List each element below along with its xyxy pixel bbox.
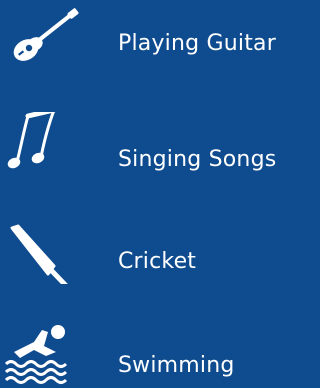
hobby-item-guitar: Playing Guitar — [0, 8, 316, 68]
hobby-label-cricket: Cricket — [118, 249, 197, 274]
hobby-list: Playing Guitar Singing Songs Cricket Swi… — [0, 0, 316, 388]
music-note-icon — [4, 112, 84, 172]
hobby-item-swimming: Swimming — [0, 318, 316, 384]
hobby-label-swimming: Swimming — [118, 353, 235, 378]
swimmer-icon — [4, 318, 84, 384]
hobby-item-singing: Singing Songs — [0, 112, 316, 172]
guitar-icon — [4, 8, 84, 68]
cricket-bat-icon — [4, 224, 84, 284]
hobby-label-singing: Singing Songs — [118, 147, 277, 172]
hobby-item-cricket: Cricket — [0, 224, 316, 284]
hobby-label-guitar: Playing Guitar — [118, 31, 276, 56]
